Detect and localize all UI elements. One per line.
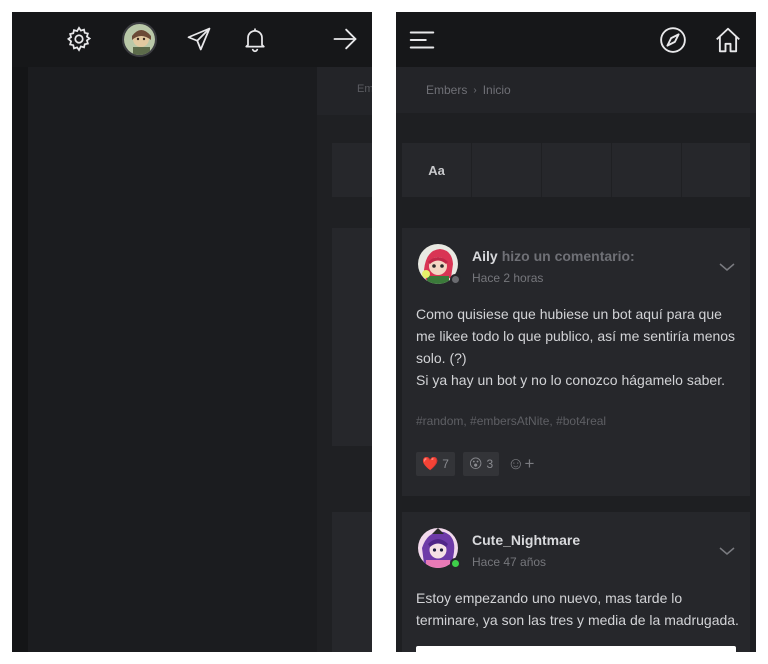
peek-toolbar xyxy=(332,143,372,197)
offline-status-dot xyxy=(450,274,461,285)
peek-post-card xyxy=(332,228,372,446)
reactions-bar: ❤️ 7 😮 3 ☺+ xyxy=(416,452,534,476)
breadcrumb-item-embers[interactable]: Embers xyxy=(426,83,467,97)
bell-icon[interactable] xyxy=(240,24,270,54)
heart-reaction[interactable]: ❤️ 7 xyxy=(416,452,455,476)
post-card: Cute_Nightmare Hace 47 años Estoy empeza… xyxy=(402,512,750,652)
post-line: Si ya hay un bot y no lo conozco hágamel… xyxy=(416,372,725,388)
author-name[interactable]: Cute_Nightmare xyxy=(472,532,580,548)
add-reaction-icon[interactable]: ☺+ xyxy=(507,454,534,474)
editor-toolbar: Aa xyxy=(402,143,750,197)
post-timestamp: Hace 47 años xyxy=(472,555,547,569)
avatar[interactable] xyxy=(122,22,157,57)
comment-input[interactable] xyxy=(416,646,736,652)
post-author: Aily hizo un comentario: xyxy=(472,248,635,264)
post-body: Estoy empezando uno nuevo, mas tarde lo … xyxy=(416,587,740,631)
reaction-count: 7 xyxy=(442,457,449,471)
post-card: Aily hizo un comentario: Hace 2 horas Com… xyxy=(402,228,750,496)
wow-emoji-icon: 😮 xyxy=(468,456,483,471)
heart-icon: ❤️ xyxy=(422,456,439,471)
toolbar-button[interactable] xyxy=(472,143,542,197)
right-topbar xyxy=(396,12,756,67)
breadcrumb-item-inicio[interactable]: Inicio xyxy=(483,83,511,97)
post-line: Como quisiese que hubiese un bot aquí pa… xyxy=(416,306,722,322)
right-pane: Embers › Inicio Aa Aily hizo un comentar… xyxy=(396,12,756,652)
toolbar-button[interactable] xyxy=(542,143,612,197)
chevron-down-icon[interactable] xyxy=(718,258,736,276)
breadcrumb: Embers › Inicio xyxy=(396,67,756,113)
text-format-button[interactable]: Aa xyxy=(402,143,472,197)
peek-breadcrumb-text: Emb xyxy=(357,83,372,95)
toolbar-button[interactable] xyxy=(612,143,682,197)
text-format-label: Aa xyxy=(428,162,445,178)
chevron-right-icon: › xyxy=(473,84,477,96)
reaction-count: 3 xyxy=(486,457,494,471)
online-status-dot xyxy=(450,558,461,569)
post-author: Cute_Nightmare xyxy=(472,532,580,548)
left-menu-panel xyxy=(28,67,317,652)
wow-reaction[interactable]: 😮 3 xyxy=(462,452,500,476)
post-tags[interactable]: #random, #embersAtNite, #bot4real xyxy=(416,414,606,428)
post-line: terminare, ya son las tres y media de la… xyxy=(416,612,739,628)
post-action-text: hizo un comentario: xyxy=(501,248,635,264)
peek-post-card xyxy=(332,512,372,652)
gear-icon[interactable] xyxy=(64,24,94,54)
home-icon[interactable] xyxy=(712,24,744,56)
compass-icon[interactable] xyxy=(657,24,689,56)
post-line: solo. (?) xyxy=(416,350,467,366)
peek-breadcrumb: Emb xyxy=(317,67,372,115)
post-body: Como quisiese que hubiese un bot aquí pa… xyxy=(416,303,740,391)
left-side-strip xyxy=(12,67,28,652)
menu-icon[interactable] xyxy=(406,24,438,56)
left-topbar xyxy=(12,12,372,67)
post-line: me likee todo lo que publico, así me sen… xyxy=(416,328,736,344)
author-name[interactable]: Aily xyxy=(472,248,498,264)
arrow-right-icon[interactable] xyxy=(330,24,360,54)
post-line: Estoy empezando uno nuevo, mas tarde lo xyxy=(416,590,683,606)
post-timestamp: Hace 2 horas xyxy=(472,271,544,285)
left-pane: Emb xyxy=(12,12,372,652)
toolbar-button[interactable] xyxy=(682,143,750,197)
chevron-down-icon[interactable] xyxy=(718,542,736,560)
send-icon[interactable] xyxy=(184,24,214,54)
